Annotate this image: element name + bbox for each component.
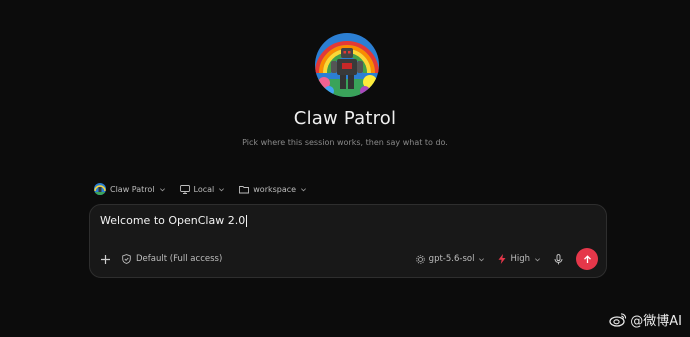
composer-toolbar: Default (Full access) gpt-5.6-sol High [98,248,598,270]
chevron-down-icon [479,257,485,261]
agent-selector[interactable]: Claw Patrol [94,183,166,195]
folder-icon [239,185,250,193]
composer: Welcome to OpenClaw 2.0 Default (Full ac… [89,204,607,278]
send-button[interactable] [576,248,598,270]
chevron-down-icon [219,187,225,191]
prompt-text: Welcome to OpenClaw 2.0 [100,214,246,227]
arrow-up-icon [583,254,591,263]
effort-selector[interactable]: High [498,254,541,264]
bolt-icon [498,254,506,264]
effort-label: High [510,254,530,264]
chevron-down-icon [301,187,307,191]
location-selector[interactable]: Local [179,184,226,194]
add-attachment-button[interactable] [98,252,112,266]
model-label: gpt-5.6-sol [428,254,475,264]
context-bar: Claw Patrol Local workspace [94,182,307,196]
watermark-text: @微博AI [630,314,682,329]
chip-icon [415,254,425,264]
permission-label: Default (Full access) [136,254,223,264]
agent-avatar [315,33,379,97]
model-selector[interactable]: gpt-5.6-sol [415,254,486,264]
watermark: @微博AI [609,310,682,329]
chevron-down-icon [159,187,165,191]
agent-mini-avatar [94,183,106,195]
folder-label: workspace [253,184,297,194]
plus-icon [100,254,110,264]
agent-name: Claw Patrol [293,108,397,129]
text-caret [246,215,248,227]
shield-icon [122,254,131,264]
permission-selector[interactable]: Default (Full access) [122,254,222,264]
chevron-down-icon [535,257,540,261]
location-label: Local [193,184,215,194]
agent-subtitle: Pick where this session works, then say … [242,138,448,147]
prompt-input[interactable]: Welcome to OpenClaw 2.0 [100,214,248,227]
voice-input-button[interactable] [554,253,563,265]
folder-selector[interactable]: workspace [239,185,307,194]
agent-selector-label: Claw Patrol [110,184,155,194]
mic-icon [554,253,563,264]
monitor-icon [179,184,190,194]
weibo-icon [609,313,627,327]
